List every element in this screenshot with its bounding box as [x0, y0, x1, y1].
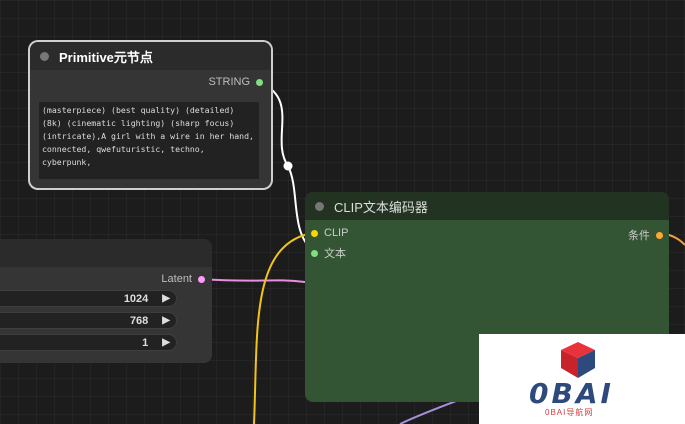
- empty-latent-node[interactable]: Latent 1024 ▶ 768 ▶ 1 ▶: [0, 239, 212, 363]
- watermark-text: 0BAI: [529, 377, 614, 410]
- conditioning-output-dot[interactable]: [656, 231, 663, 239]
- width-widget[interactable]: 1024 ▶: [0, 290, 177, 307]
- string-output-dot[interactable]: [256, 78, 263, 86]
- increment-arrow-icon[interactable]: ▶: [162, 293, 170, 304]
- clip-input-dot[interactable]: [311, 229, 318, 237]
- primitive-node-header[interactable]: Primitive元节点: [30, 42, 271, 70]
- clip-node-header[interactable]: CLIP文本编码器: [305, 192, 669, 220]
- watermark-subtitle: 0BAI导航网: [545, 408, 594, 417]
- node-collapse-dot[interactable]: [315, 201, 324, 211]
- latent-output-slot[interactable]: Latent: [161, 273, 205, 285]
- latent-output-label: Latent: [161, 273, 192, 285]
- batch-size-widget[interactable]: 1 ▶: [0, 334, 177, 351]
- text-input-label: 文本: [324, 248, 346, 260]
- primitive-node[interactable]: Primitive元节点 STRING (masterpiece) (best …: [30, 42, 271, 188]
- node-collapse-dot[interactable]: [40, 51, 49, 61]
- clip-input-wire[interactable]: [253, 232, 313, 424]
- watermark-logo: 0BAI 0BAI导航网: [479, 334, 685, 424]
- latent-output-dot[interactable]: [198, 275, 205, 283]
- increment-arrow-icon[interactable]: ▶: [162, 315, 170, 326]
- batch-size-value: 1: [142, 336, 149, 349]
- conditioning-output-slot[interactable]: 条件: [628, 227, 663, 243]
- increment-arrow-icon[interactable]: ▶: [162, 337, 170, 348]
- wire-reroute-point[interactable]: [283, 161, 293, 171]
- latent-wire[interactable]: [200, 278, 306, 283]
- clip-input-slot[interactable]: CLIP: [311, 227, 348, 239]
- text-input-slot[interactable]: 文本: [311, 245, 346, 261]
- conditioning-output-label: 条件: [628, 230, 650, 242]
- primitive-node-title: Primitive元节点: [59, 49, 153, 65]
- text-input-dot[interactable]: [311, 249, 318, 257]
- latent-node-header[interactable]: [0, 239, 212, 267]
- clip-input-label: CLIP: [324, 227, 349, 239]
- height-widget[interactable]: 768 ▶: [0, 312, 177, 329]
- height-value: 768: [129, 314, 149, 327]
- string-output-slot[interactable]: STRING: [208, 76, 263, 88]
- width-value: 1024: [123, 292, 149, 305]
- clip-node-title: CLIP文本编码器: [334, 199, 428, 215]
- prompt-textarea[interactable]: (masterpiece) (best quality) (detailed) …: [39, 102, 259, 179]
- string-output-label: STRING: [208, 76, 250, 88]
